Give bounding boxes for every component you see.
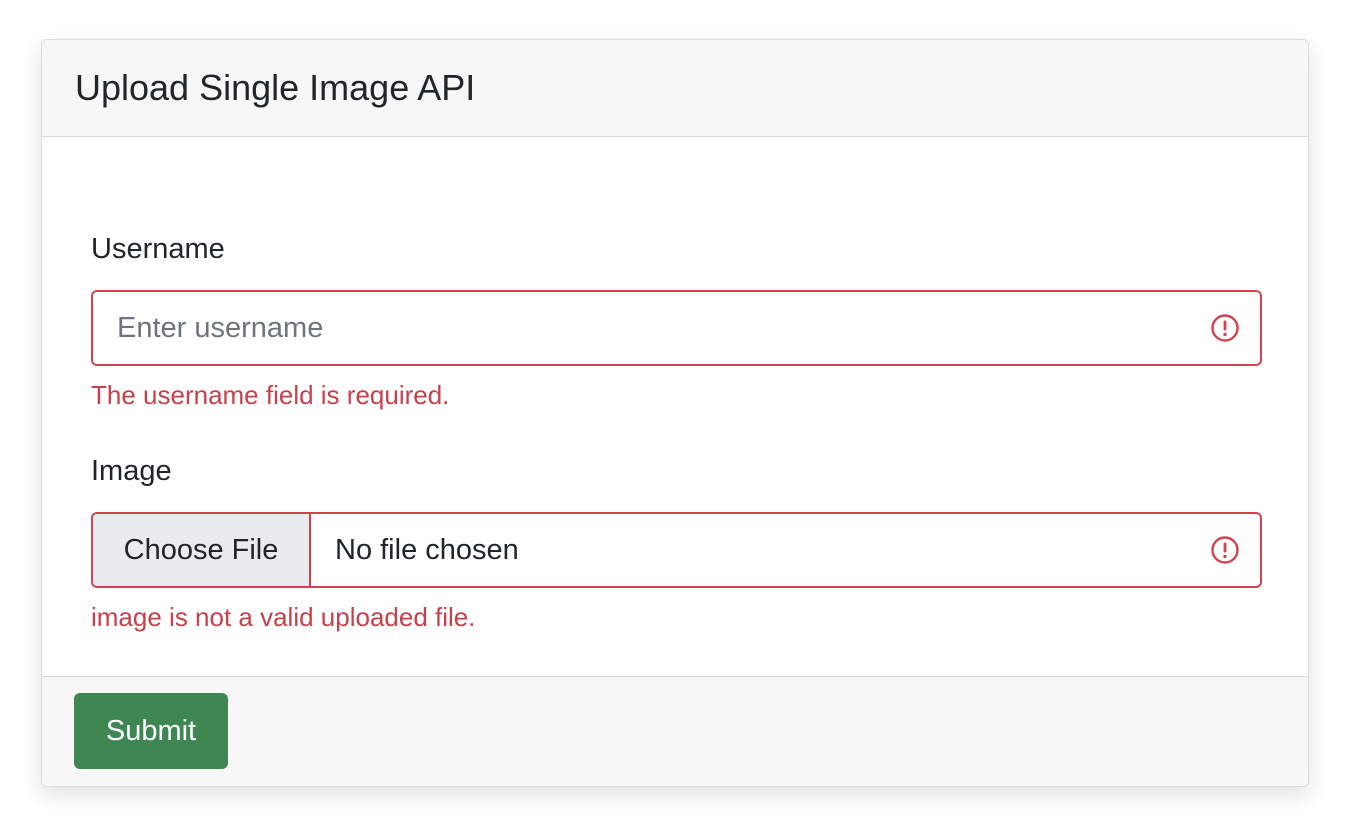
exclamation-circle-icon: [1211, 536, 1239, 564]
username-error: The username field is required.: [91, 380, 450, 410]
username-input[interactable]: [93, 291, 1199, 365]
card-body: Username The username field is required.…: [42, 137, 1308, 679]
card-header: Upload Single Image API: [42, 40, 1308, 137]
username-input-wrapper[interactable]: [91, 290, 1262, 366]
username-label: Username: [91, 233, 225, 265]
file-status-text: No file chosen: [335, 533, 519, 566]
upload-card: Upload Single Image API Username The use…: [41, 39, 1309, 787]
card-title: Upload Single Image API: [75, 67, 476, 108]
image-label: Image: [91, 455, 172, 487]
exclamation-circle-icon: [1211, 314, 1239, 342]
card-footer: Submit: [42, 676, 1308, 786]
image-error: image is not a valid uploaded file.: [91, 602, 476, 632]
choose-file-button[interactable]: Choose File: [93, 514, 311, 586]
image-file-input[interactable]: Choose File No file chosen: [91, 512, 1262, 588]
submit-button[interactable]: Submit: [74, 693, 228, 769]
